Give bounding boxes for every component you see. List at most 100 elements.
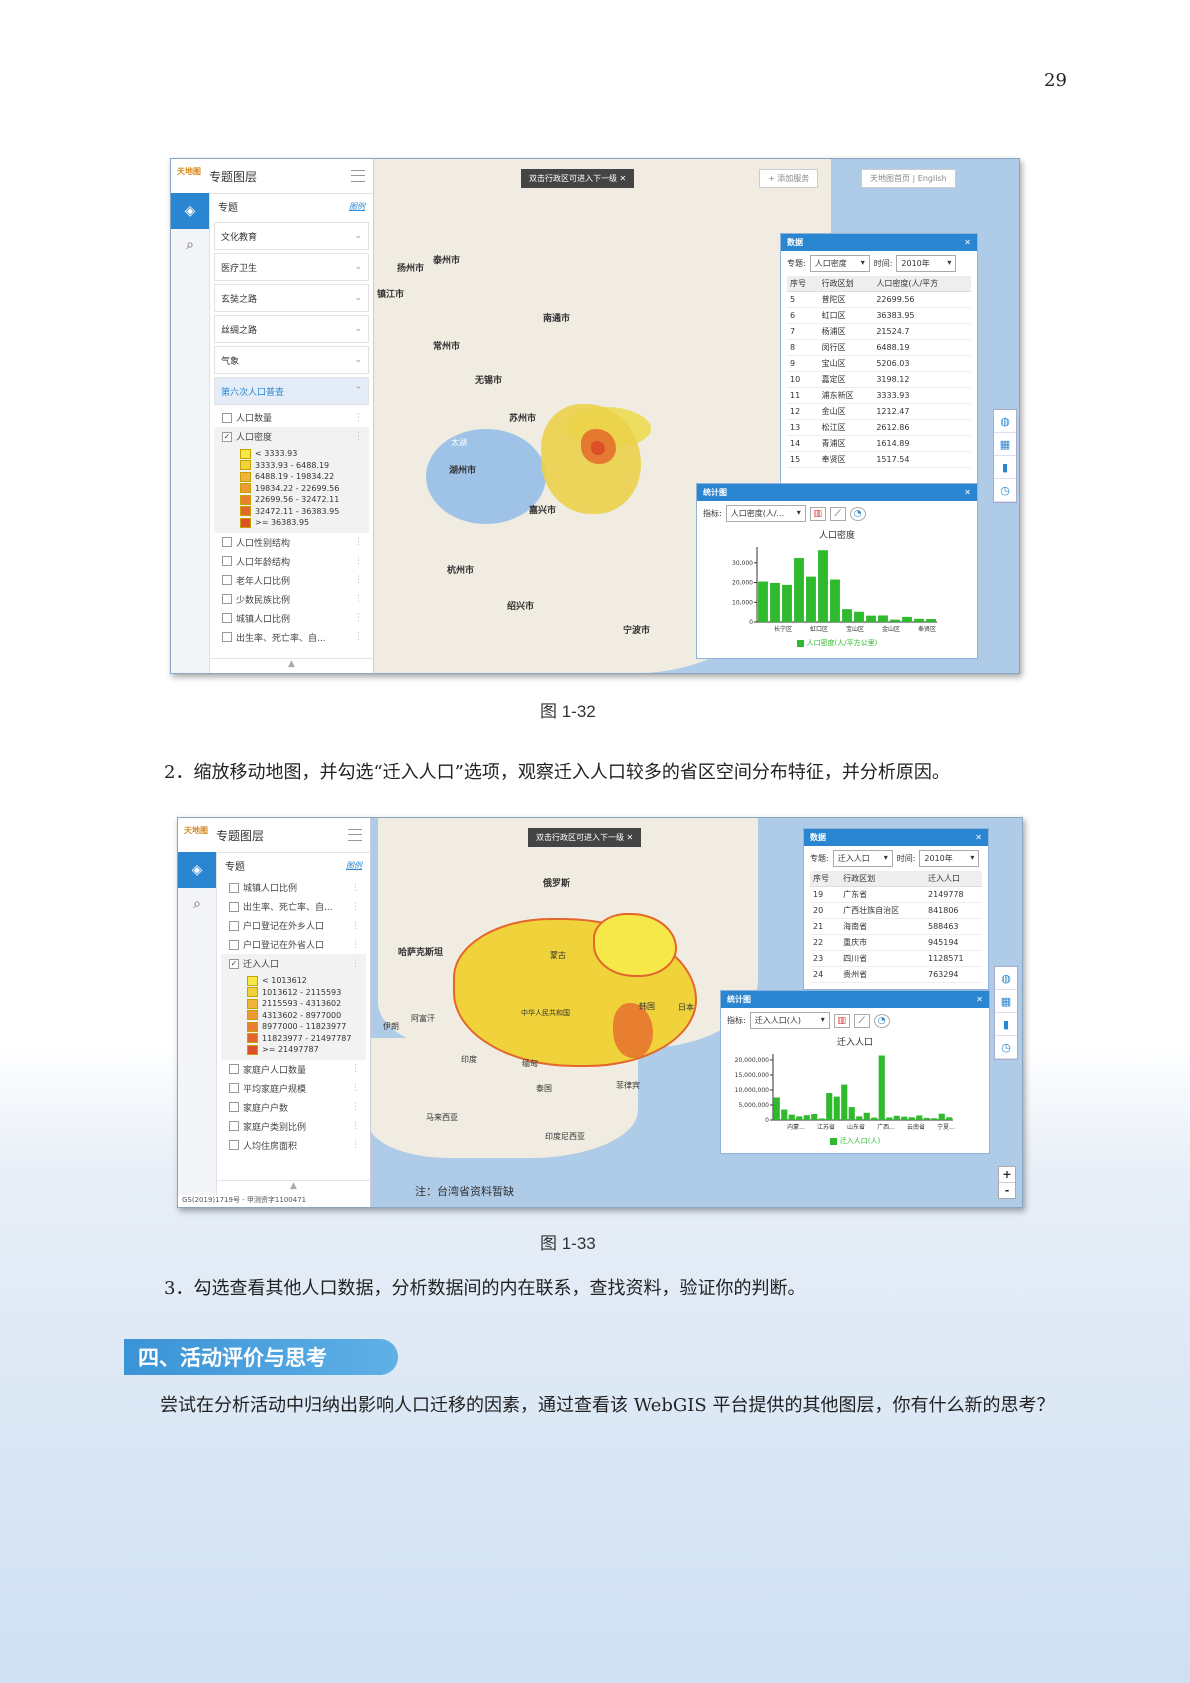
close-icon[interactable]: ✕ bbox=[975, 833, 982, 842]
table-row[interactable]: 21 海南省 588463 bbox=[810, 918, 982, 935]
close-icon[interactable]: ✕ bbox=[627, 833, 634, 842]
chart-icon[interactable]: ▮ bbox=[995, 1013, 1017, 1036]
more-icon[interactable]: ⋮ bbox=[351, 1083, 360, 1093]
more-icon[interactable]: ⋮ bbox=[351, 1102, 360, 1112]
checkbox[interactable] bbox=[222, 613, 232, 623]
layer-item[interactable]: 家庭户类别比例 ⋮ bbox=[221, 1117, 366, 1136]
layer-item[interactable]: 户口登记在外乡人口 ⋮ bbox=[221, 916, 366, 935]
layer-population-count[interactable]: 人口数量 ⋮ bbox=[214, 408, 369, 427]
time-select[interactable]: 2010年 ▾ bbox=[919, 850, 980, 867]
more-icon[interactable]: ⋮ bbox=[354, 556, 363, 566]
layer-item[interactable]: 人口年龄结构 ⋮ bbox=[214, 552, 369, 571]
layer-in-migration[interactable]: ✓ 迁入人口 ⋮ bbox=[221, 954, 366, 973]
checkbox[interactable] bbox=[229, 901, 239, 912]
checkbox[interactable] bbox=[222, 575, 232, 585]
indicator-select[interactable]: 迁入人口(人) ▾ bbox=[749, 1012, 830, 1029]
layer-item[interactable]: 出生率、死亡率、自... ⋮ bbox=[221, 897, 366, 916]
layers-icon[interactable]: ◈ bbox=[178, 852, 216, 888]
more-icon[interactable]: ⋮ bbox=[351, 1064, 360, 1074]
more-icon[interactable]: ⋮ bbox=[354, 632, 363, 642]
layers-icon[interactable]: ◈ bbox=[171, 193, 209, 229]
category-weather[interactable]: 气象 ⌄ bbox=[214, 346, 369, 374]
table-row[interactable]: 14 青浦区 1614.89 bbox=[787, 435, 971, 452]
zoom-out-button[interactable]: - bbox=[999, 1183, 1015, 1198]
table-row[interactable]: 13 松江区 2612.86 bbox=[787, 419, 971, 436]
layer-item[interactable]: 平均家庭户规模 ⋮ bbox=[221, 1079, 366, 1098]
category-census[interactable]: 第六次人口普查 ⌃ bbox=[214, 377, 369, 405]
column-header[interactable]: 迁入人口 bbox=[924, 871, 982, 887]
search-icon[interactable]: ⌕ bbox=[171, 229, 209, 261]
column-header[interactable]: 序号 bbox=[810, 871, 841, 887]
clock-icon[interactable]: ◷ bbox=[995, 1036, 1017, 1059]
legend-link[interactable]: 图例 bbox=[349, 201, 365, 212]
close-icon[interactable]: ✕ bbox=[964, 238, 971, 247]
table-row[interactable]: 19 广东省 2149778 bbox=[810, 886, 982, 903]
indicator-select[interactable]: 人口密度(人/... ▾ bbox=[725, 505, 806, 522]
more-icon[interactable]: ⋮ bbox=[351, 940, 360, 950]
checkbox[interactable] bbox=[229, 920, 239, 931]
checkbox[interactable] bbox=[222, 594, 232, 604]
checkbox[interactable] bbox=[229, 1140, 239, 1150]
table-row[interactable]: 10 嘉定区 3198.12 bbox=[787, 371, 971, 388]
layer-item[interactable]: 家庭户户数 ⋮ bbox=[221, 1098, 366, 1117]
chart-icon[interactable]: ▮ bbox=[994, 456, 1016, 479]
collapse-icon[interactable]: ▲ bbox=[217, 1180, 370, 1195]
category-health[interactable]: 医疗卫生 ⌄ bbox=[214, 253, 369, 281]
table-row[interactable]: 15 奉贤区 1517.54 bbox=[787, 451, 971, 468]
more-icon[interactable]: ⋮ bbox=[351, 1121, 360, 1131]
more-icon[interactable]: ⋮ bbox=[351, 921, 360, 931]
category-xuanzang[interactable]: 玄奘之路 ⌄ bbox=[214, 284, 369, 312]
table-row[interactable]: 9 宝山区 5206.03 bbox=[787, 355, 971, 372]
pie-chart-icon[interactable]: ◔ bbox=[849, 506, 866, 521]
layer-population-density[interactable]: ✓ 人口密度 ⋮ bbox=[214, 427, 369, 446]
category-silk-road[interactable]: 丝绸之路 ⌄ bbox=[214, 315, 369, 343]
table-row[interactable]: 22 重庆市 945194 bbox=[810, 934, 982, 951]
layer-item[interactable]: 少数民族比例 ⋮ bbox=[214, 590, 369, 609]
table-row[interactable]: 23 四川省 1128571 bbox=[810, 950, 982, 967]
checkbox[interactable] bbox=[229, 939, 239, 950]
layer-item[interactable]: 老年人口比例 ⋮ bbox=[214, 571, 369, 590]
layer-item[interactable]: 城镇人口比例 ⋮ bbox=[214, 609, 369, 628]
grid-icon[interactable]: ▦ bbox=[995, 990, 1017, 1013]
close-icon[interactable]: ✕ bbox=[964, 488, 971, 497]
checkbox[interactable] bbox=[229, 882, 239, 893]
layer-item[interactable]: 人均住房面积 ⋮ bbox=[221, 1136, 366, 1155]
legend-link[interactable]: 图例 bbox=[346, 860, 362, 871]
bar-chart-icon[interactable]: ▥ bbox=[833, 1013, 850, 1028]
column-header[interactable]: 人口密度(人/平方 bbox=[873, 276, 971, 292]
close-icon[interactable]: ✕ bbox=[976, 995, 983, 1004]
table-row[interactable]: 8 闵行区 6488.19 bbox=[787, 339, 971, 356]
pie-chart-icon[interactable]: ◔ bbox=[873, 1013, 890, 1028]
layer-item[interactable]: 家庭户人口数量 ⋮ bbox=[221, 1060, 366, 1079]
checkbox[interactable] bbox=[229, 1064, 239, 1074]
more-icon[interactable]: ⋮ bbox=[354, 575, 363, 585]
checkbox[interactable] bbox=[229, 1121, 239, 1131]
checkbox[interactable] bbox=[229, 1083, 239, 1093]
globe-icon[interactable]: ◍ bbox=[994, 410, 1016, 433]
collapse-icon[interactable]: ▲ bbox=[210, 658, 373, 673]
line-chart-icon[interactable]: ⟋ bbox=[853, 1013, 870, 1028]
top-links[interactable]: 天地图首页 | English bbox=[861, 169, 956, 188]
table-row[interactable]: 20 广西壮族自治区 841806 bbox=[810, 902, 982, 919]
zoom-in-button[interactable]: + bbox=[999, 1167, 1015, 1183]
chart-legend[interactable]: 人口密度(人/平方公里) bbox=[697, 638, 977, 648]
layer-item[interactable]: 城镇人口比例 ⋮ bbox=[221, 878, 366, 897]
more-icon[interactable]: ⋮ bbox=[354, 613, 363, 623]
more-icon[interactable]: ⋮ bbox=[354, 594, 363, 604]
topic-select[interactable]: 迁入人口 ▾ bbox=[832, 850, 893, 867]
table-row[interactable]: 7 杨浦区 21524.7 bbox=[787, 323, 971, 340]
more-icon[interactable]: ⋮ bbox=[354, 537, 363, 547]
table-row[interactable]: 12 金山区 1212.47 bbox=[787, 403, 971, 420]
column-header[interactable]: 行政区划 bbox=[840, 871, 925, 887]
table-row[interactable]: 6 虹口区 36383.95 bbox=[787, 307, 971, 324]
more-icon[interactable]: ⋮ bbox=[351, 902, 360, 912]
layer-item[interactable]: 户口登记在外省人口 ⋮ bbox=[221, 935, 366, 954]
more-icon[interactable]: ⋮ bbox=[351, 1140, 360, 1150]
close-icon[interactable]: ✕ bbox=[620, 174, 627, 183]
grid-icon[interactable]: ▦ bbox=[994, 433, 1016, 456]
checkbox[interactable] bbox=[222, 537, 232, 547]
table-row[interactable]: 11 浦东新区 3333.93 bbox=[787, 387, 971, 404]
line-chart-icon[interactable]: ⟋ bbox=[829, 506, 846, 521]
list-menu-icon[interactable] bbox=[351, 170, 365, 182]
table-row[interactable]: 24 贵州省 763294 bbox=[810, 966, 982, 983]
